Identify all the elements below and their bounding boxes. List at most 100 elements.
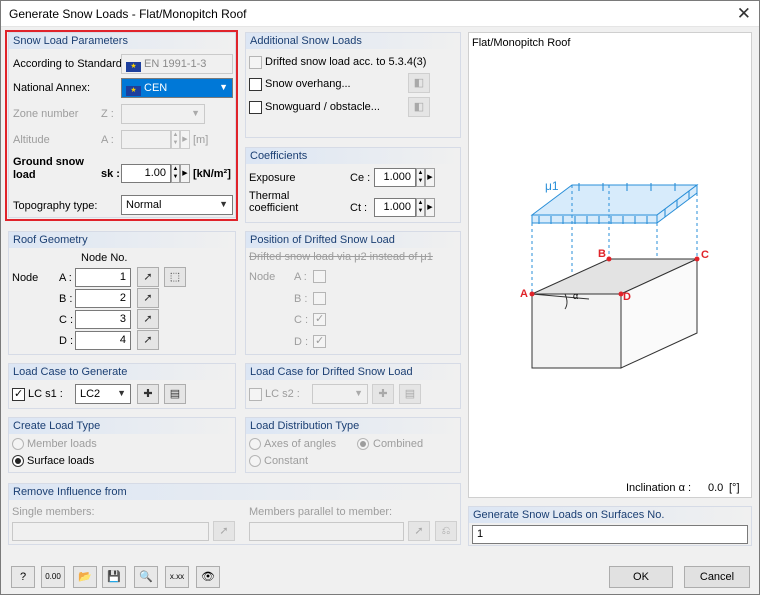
remove-influence-header: Remove Influence from bbox=[9, 484, 460, 500]
node-c-input[interactable]: 3 bbox=[75, 310, 131, 329]
combined-label: Combined bbox=[373, 438, 424, 450]
parallel-members-clear-icon[interactable]: ⎌ bbox=[435, 521, 457, 541]
drift-description: Drifted snow load via μ2 instead of μ1 bbox=[249, 251, 433, 263]
preview-panel: Flat/Monopitch Roof μ1 α A B C D Inclina… bbox=[468, 32, 752, 498]
inclination-value: 0.0 bbox=[708, 482, 724, 494]
open-icon[interactable]: 📂 bbox=[73, 566, 97, 588]
lc-s2-checkbox[interactable] bbox=[249, 388, 262, 401]
overhang-label: Snow overhang... bbox=[265, 78, 351, 90]
dialog-window: Generate Snow Loads - Flat/Monopitch Roo… bbox=[0, 0, 760, 595]
ct-spinner[interactable]: ▲ ▼ bbox=[416, 198, 425, 217]
ce-arrow-button[interactable]: ▶ bbox=[425, 168, 435, 187]
ct-symbol: Ct : bbox=[350, 202, 368, 214]
snowguard-checkbox[interactable] bbox=[249, 101, 262, 114]
help-icon[interactable]: ? bbox=[11, 566, 35, 588]
single-members-input[interactable] bbox=[12, 522, 209, 541]
parallel-members-input[interactable] bbox=[249, 522, 404, 541]
node-b-label: B : bbox=[59, 293, 73, 305]
chevron-down-icon: ▼ bbox=[117, 388, 126, 398]
inclination-label: Inclination α : bbox=[626, 482, 692, 494]
eye-icon[interactable]: 👁 bbox=[196, 566, 220, 588]
drift-c-checkbox[interactable] bbox=[313, 312, 326, 326]
distribution-group: Load Distribution Type Axes of angles Co… bbox=[245, 417, 461, 473]
ct-input[interactable]: 1.000 bbox=[374, 198, 416, 217]
node-c-pick-icon[interactable]: ➚ bbox=[137, 309, 159, 329]
load-case-group: Load Case to Generate LC s1 : LC2▼ ✚ ▤ bbox=[8, 363, 236, 409]
member-loads-label: Member loads bbox=[27, 438, 97, 450]
new-load-case-icon[interactable]: ✚ bbox=[137, 384, 159, 404]
coefficients-header: Coefficients bbox=[246, 148, 460, 164]
axes-radio[interactable] bbox=[249, 438, 261, 450]
overhang-checkbox[interactable] bbox=[249, 78, 262, 91]
surfaces-input[interactable]: 1 bbox=[472, 525, 748, 544]
edit-load-case-icon[interactable]: ▤ bbox=[164, 384, 186, 404]
node-d-input[interactable]: 4 bbox=[75, 331, 131, 350]
load-type-header: Create Load Type bbox=[9, 418, 235, 434]
ce-spinner[interactable]: ▲ ▼ bbox=[416, 168, 425, 187]
thermal-label-2: coefficient bbox=[249, 202, 299, 214]
load-case-drift-header: Load Case for Drifted Snow Load bbox=[246, 364, 460, 380]
new-drift-load-case-icon[interactable]: ✚ bbox=[372, 384, 394, 404]
point-d-label: D bbox=[623, 291, 631, 303]
pick-all-icon[interactable]: ⬚ bbox=[164, 267, 186, 287]
node-a-label: A : bbox=[59, 272, 72, 284]
coefficients-group: Coefficients Exposure Ce : 1.000 ▲ ▼ ▶ Th… bbox=[245, 147, 461, 223]
parallel-members-pick-icon[interactable]: ➚ bbox=[408, 521, 430, 541]
roof-geometry-header: Roof Geometry bbox=[9, 232, 235, 248]
point-b-label: B bbox=[598, 248, 606, 260]
chevron-down-icon: ▼ bbox=[354, 388, 363, 398]
node-b-input[interactable]: 2 bbox=[75, 289, 131, 308]
drift-a-label: A : bbox=[294, 271, 307, 283]
parallel-members-label: Members parallel to member: bbox=[249, 506, 393, 518]
cancel-button[interactable]: Cancel bbox=[684, 566, 750, 588]
node-d-label: D : bbox=[59, 335, 74, 347]
combined-radio[interactable] bbox=[357, 438, 369, 450]
drift-b-checkbox[interactable] bbox=[313, 292, 326, 305]
drift-a-checkbox[interactable] bbox=[313, 270, 326, 283]
surface-loads-radio[interactable] bbox=[12, 455, 24, 467]
edit-drift-load-case-icon[interactable]: ▤ bbox=[399, 384, 421, 404]
constant-radio[interactable] bbox=[249, 455, 261, 467]
single-members-pick-icon[interactable]: ➚ bbox=[213, 521, 235, 541]
units-icon[interactable]: 0.00 bbox=[41, 566, 65, 588]
drift-position-header: Position of Drifted Snow Load bbox=[246, 232, 460, 248]
node-a-pick-icon[interactable]: ➚ bbox=[137, 267, 159, 287]
additional-loads-group: Additional Snow Loads Drifted snow load … bbox=[245, 32, 461, 138]
drift-d-label: D : bbox=[294, 336, 309, 348]
surfaces-header: Generate Snow Loads on Surfaces No. bbox=[469, 507, 751, 523]
node-label: Node bbox=[12, 272, 39, 284]
save-icon[interactable]: 💾 bbox=[102, 566, 126, 588]
load-case-drift-group: Load Case for Drifted Snow Load LC s2 : … bbox=[245, 363, 461, 409]
single-members-label: Single members: bbox=[12, 506, 95, 518]
overhang-settings-icon[interactable]: ◧ bbox=[408, 73, 430, 93]
node-b-pick-icon[interactable]: ➚ bbox=[137, 288, 159, 308]
remove-influence-group: Remove Influence from Single members: ➚ … bbox=[8, 483, 461, 545]
drift-d-checkbox[interactable] bbox=[313, 334, 326, 348]
building-box bbox=[531, 258, 698, 369]
ct-arrow-button[interactable]: ▶ bbox=[425, 198, 435, 217]
drifted-checkbox[interactable] bbox=[249, 56, 262, 69]
lc-s1-select[interactable]: LC2 ▼ bbox=[75, 384, 131, 404]
inclination-unit: [°] bbox=[729, 482, 740, 494]
load-type-group: Create Load Type Member loads Surface lo… bbox=[8, 417, 236, 473]
member-loads-radio[interactable] bbox=[12, 438, 24, 450]
additional-header: Additional Snow Loads bbox=[246, 33, 460, 49]
load-case-header: Load Case to Generate bbox=[9, 364, 235, 380]
node-c-label: C : bbox=[59, 314, 74, 326]
lc-s2-select[interactable]: ▼ bbox=[312, 384, 368, 404]
ok-button[interactable]: OK bbox=[609, 566, 673, 588]
highlight-frame bbox=[5, 30, 238, 221]
surfaces-group: Generate Snow Loads on Surfaces No. 1 bbox=[468, 506, 752, 546]
lc-s1-label: LC s1 : bbox=[28, 388, 63, 400]
decimals-icon[interactable]: x.xx bbox=[165, 566, 189, 588]
drift-c-label: C : bbox=[294, 314, 309, 326]
node-d-pick-icon[interactable]: ➚ bbox=[137, 330, 159, 350]
close-icon[interactable]: ✕ bbox=[737, 4, 751, 24]
view-icon[interactable]: 🔍 bbox=[134, 566, 158, 588]
ce-input[interactable]: 1.000 bbox=[374, 168, 416, 187]
lc-s1-checkbox[interactable] bbox=[12, 387, 25, 401]
drifted-label: Drifted snow load acc. to 5.3.4(3) bbox=[265, 56, 427, 68]
node-a-input[interactable]: 1 bbox=[75, 268, 131, 287]
snowguard-settings-icon[interactable]: ◧ bbox=[408, 97, 430, 117]
ce-symbol: Ce : bbox=[350, 172, 371, 184]
